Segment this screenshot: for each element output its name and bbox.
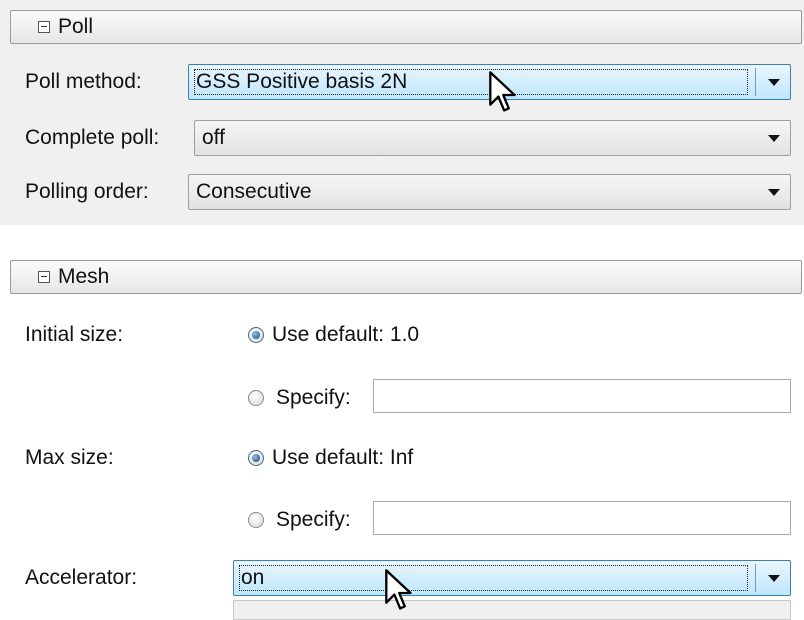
- initial-size-specify-input[interactable]: [373, 379, 791, 413]
- mouse-pointer-icon: [489, 71, 516, 112]
- chevron-down-icon[interactable]: [768, 575, 780, 582]
- accelerator-label: Accelerator:: [25, 566, 138, 589]
- mouse-pointer-icon: [385, 569, 412, 610]
- chevron-down-icon[interactable]: [768, 79, 780, 86]
- chevron-down-icon[interactable]: [768, 135, 780, 142]
- polling-order-dropdown[interactable]: Consecutive: [188, 174, 791, 210]
- initial-size-label: Initial size:: [25, 323, 124, 346]
- partially-visible-field: [233, 600, 791, 620]
- initial-size-specify-label[interactable]: Specify:: [276, 385, 351, 411]
- accelerator-value: on: [239, 565, 748, 591]
- complete-poll-dropdown[interactable]: off: [194, 120, 791, 156]
- mesh-section-title: Mesh: [58, 265, 110, 288]
- accelerator-dropdown[interactable]: on: [233, 560, 791, 596]
- max-size-specify-label[interactable]: Specify:: [276, 507, 351, 533]
- max-size-default-radio[interactable]: [248, 450, 264, 466]
- poll-section-header[interactable]: Poll: [10, 10, 802, 44]
- poll-method-label: Poll method:: [25, 70, 142, 93]
- polling-order-value: Consecutive: [196, 180, 312, 203]
- max-size-specify-input[interactable]: [373, 501, 791, 535]
- chevron-down-icon[interactable]: [768, 189, 780, 196]
- max-size-label: Max size:: [25, 446, 114, 469]
- max-size-specify-radio[interactable]: [248, 512, 264, 528]
- mesh-section-header[interactable]: Mesh: [10, 260, 802, 294]
- initial-size-specify-radio[interactable]: [248, 390, 264, 406]
- initial-size-default-label[interactable]: Use default: 1.0: [272, 322, 419, 348]
- initial-size-default-radio[interactable]: [248, 327, 264, 343]
- collapse-icon[interactable]: [38, 21, 50, 33]
- complete-poll-value: off: [202, 126, 225, 149]
- polling-order-label: Polling order:: [25, 180, 149, 203]
- max-size-default-label[interactable]: Use default: Inf: [272, 445, 413, 471]
- complete-poll-label: Complete poll:: [25, 126, 160, 149]
- poll-method-value: GSS Positive basis 2N: [194, 69, 748, 95]
- poll-section-title: Poll: [58, 15, 94, 38]
- collapse-icon[interactable]: [38, 271, 50, 283]
